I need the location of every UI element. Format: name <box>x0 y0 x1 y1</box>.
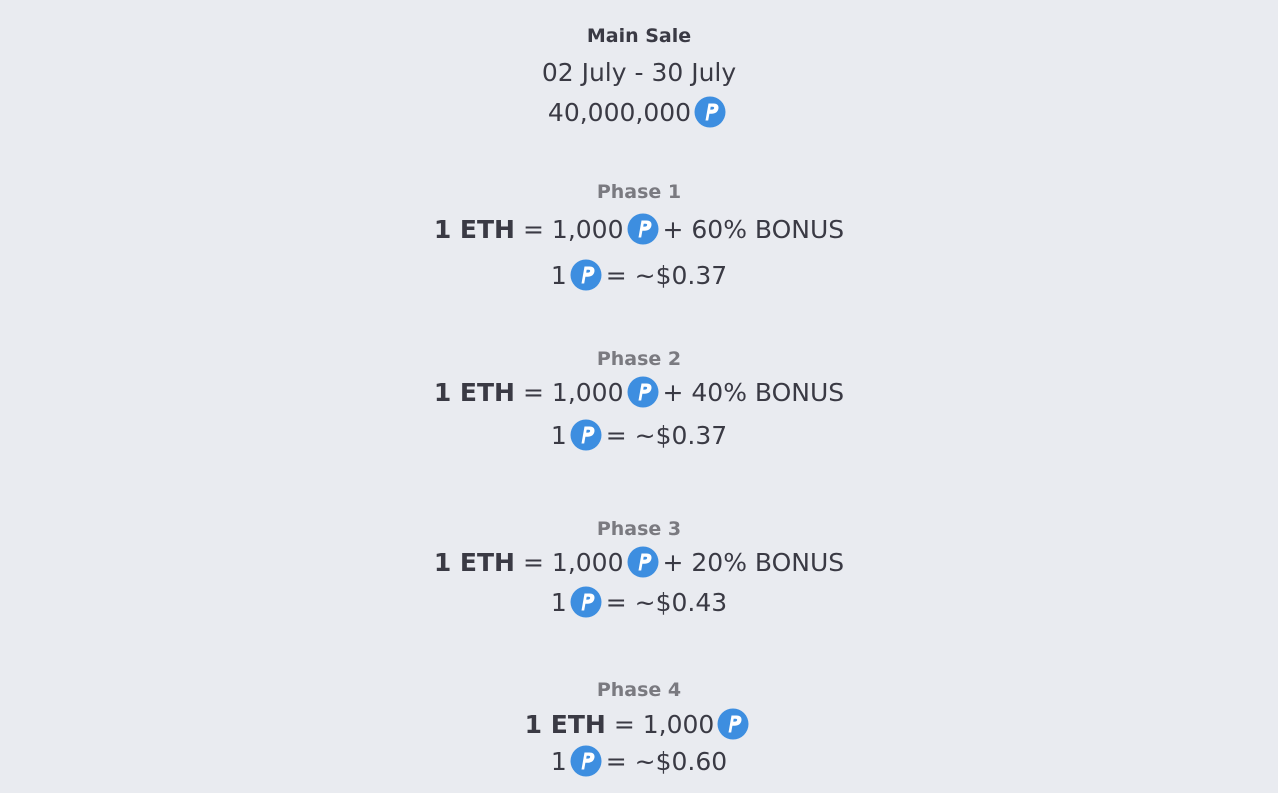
p-coin-icon <box>627 213 659 245</box>
phase-title-text: Phase 3 <box>596 518 682 540</box>
phase-1-title: Phase 1 <box>0 179 1278 205</box>
p-coin-icon <box>627 546 659 578</box>
bonus-text: + 60% BONUS <box>662 214 845 244</box>
p-coin-icon <box>694 96 726 128</box>
phase-1-token-price: 1 = ~$0.37 <box>0 258 1278 292</box>
unit-prefix: 1 <box>550 420 567 450</box>
phase-1-eth-rate: 1 ETH = 1,000 + 60% BONUS <box>0 212 1278 246</box>
phase-2-title: Phase 2 <box>0 346 1278 372</box>
phase-3-eth-rate: 1 ETH = 1,000 + 20% BONUS <box>0 545 1278 579</box>
equals-sign: = <box>522 547 544 577</box>
eth-label: 1 ETH <box>433 377 515 407</box>
unit-prefix: 1 <box>550 746 567 776</box>
p-coin-icon <box>570 586 602 618</box>
eth-label: 1 ETH <box>433 214 515 244</box>
eth-label: 1 ETH <box>433 547 515 577</box>
equals-sign: = <box>522 377 544 407</box>
token-amount: 1,000 <box>551 214 624 244</box>
bonus-text: + 40% BONUS <box>662 377 845 407</box>
p-coin-icon <box>717 708 749 740</box>
phase-3-title: Phase 3 <box>0 516 1278 542</box>
equals-sign: = <box>522 214 544 244</box>
p-coin-icon <box>570 419 602 451</box>
p-coin-icon <box>570 259 602 291</box>
token-amount: 1,000 <box>642 709 715 739</box>
main-sale-supply: 40,000,000 <box>0 95 1278 129</box>
main-sale-supply-value: 40,000,000 <box>547 97 692 127</box>
price-text: = ~$0.37 <box>605 420 728 450</box>
phase-4-title: Phase 4 <box>0 677 1278 703</box>
price-text: = ~$0.60 <box>605 746 728 776</box>
price-text: = ~$0.37 <box>605 260 728 290</box>
price-text: = ~$0.43 <box>605 587 728 617</box>
phase-2-eth-rate: 1 ETH = 1,000 + 40% BONUS <box>0 375 1278 409</box>
token-amount: 1,000 <box>551 377 624 407</box>
phase-3-token-price: 1 = ~$0.43 <box>0 585 1278 619</box>
main-sale-dates: 02 July - 30 July <box>0 55 1278 89</box>
unit-prefix: 1 <box>550 587 567 617</box>
token-amount: 1,000 <box>551 547 624 577</box>
equals-sign: = <box>613 709 635 739</box>
p-coin-icon <box>627 376 659 408</box>
phase-title-text: Phase 1 <box>596 181 682 203</box>
phase-title-text: Phase 4 <box>596 679 682 701</box>
main-sale-title: Main Sale <box>0 22 1278 50</box>
unit-prefix: 1 <box>550 260 567 290</box>
phase-4-eth-rate: 1 ETH = 1,000 <box>0 707 1278 741</box>
eth-label: 1 ETH <box>524 709 606 739</box>
main-sale-dates-text: 02 July - 30 July <box>541 57 737 87</box>
p-coin-icon <box>570 745 602 777</box>
phase-4-token-price: 1 = ~$0.60 <box>0 744 1278 778</box>
bonus-text: + 20% BONUS <box>662 547 845 577</box>
phase-title-text: Phase 2 <box>596 348 682 370</box>
token-sale-page: Main Sale 02 July - 30 July 40,000,000 P… <box>0 0 1278 793</box>
main-sale-title-text: Main Sale <box>586 25 692 47</box>
phase-2-token-price: 1 = ~$0.37 <box>0 418 1278 452</box>
